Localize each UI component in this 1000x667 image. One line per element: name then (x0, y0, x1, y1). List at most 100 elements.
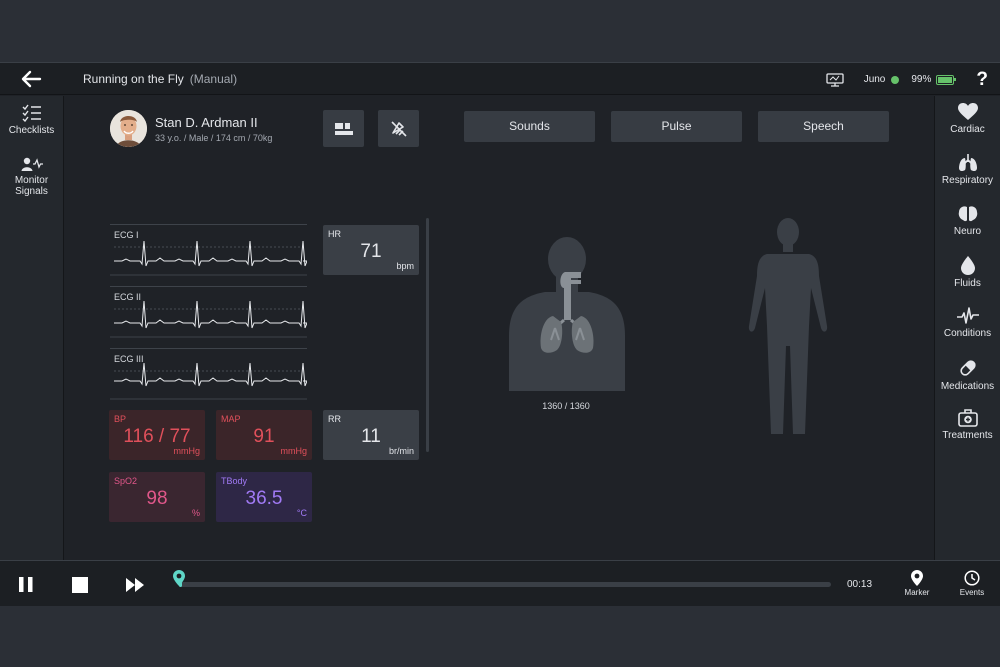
medkit-icon (957, 409, 978, 427)
tbody-tile[interactable]: TBody 36.5 °C (216, 472, 312, 522)
avatar (110, 110, 147, 147)
main-panel: Stan D. Ardman II 33 y.o. / Male / 174 c… (65, 96, 933, 560)
pause-icon[interactable] (18, 576, 34, 593)
battery-fill (938, 76, 952, 83)
sidebar-item-label: Neuro (953, 226, 982, 237)
map-tile[interactable]: MAP 91 mmHg (216, 410, 312, 460)
sidebar-item-label: Fluids (954, 278, 981, 289)
scenario-mode: (Manual) (189, 72, 238, 86)
monitor-signals-icon (21, 157, 43, 171)
sidebar-item-label: Medications (940, 381, 995, 392)
rr-label: RR (328, 414, 341, 424)
map-value: 91 (253, 426, 275, 447)
layout-icon (334, 122, 353, 135)
vitals-scrollbar[interactable] (426, 218, 429, 452)
sidebar-item-medications[interactable]: Medications (935, 351, 1000, 402)
help-button[interactable]: ? (976, 69, 988, 91)
ecg-strip-3: ECG III (110, 348, 307, 400)
rr-unit: br/min (388, 446, 414, 456)
sidebar-item-cardiac[interactable]: Cardiac (935, 96, 1000, 147)
battery-icon (936, 74, 957, 85)
sidebar-item-label: Cardiac (950, 124, 985, 135)
map-label: MAP (221, 414, 241, 424)
sidebar-item-label: Treatments (942, 430, 993, 441)
ecg-waveform (110, 240, 307, 276)
checklist-icon (22, 104, 41, 122)
patient-photo (110, 110, 147, 147)
back-arrow-icon[interactable] (20, 69, 42, 89)
right-sidebar: Cardiac Respiratory Neuro Fluids Conditi… (934, 96, 1000, 560)
connection-status-icon (891, 75, 900, 84)
muted-alarm-icon (390, 120, 407, 137)
rr-tile[interactable]: RR 11 br/min (323, 410, 419, 460)
clock-icon (964, 570, 980, 586)
tab-sounds[interactable]: Sounds (464, 111, 595, 142)
map-unit: mmHg (280, 446, 308, 456)
patient-details: Stan D. Ardman II 33 y.o. / Male / 174 c… (155, 115, 272, 143)
ecg-strip-2: ECG II (110, 286, 307, 338)
map-pin-icon (911, 570, 923, 586)
tbody-unit: °C (296, 508, 307, 518)
spo2-value: 98 (146, 488, 168, 509)
sidebar-item-neuro[interactable]: Neuro (935, 198, 1000, 249)
sidebar-item-label: Respiratory (941, 175, 994, 186)
status-area: Juno 99% ? (826, 63, 1000, 96)
marker-button[interactable]: Marker (897, 570, 937, 597)
drop-icon (960, 256, 975, 275)
elapsed-time: 00:13 (847, 579, 873, 590)
sidebar-item-monitor-signals[interactable]: Monitor Signals (0, 148, 63, 200)
monitor-icon[interactable] (826, 72, 844, 87)
ecg-label: ECG I (114, 230, 139, 240)
patient-info: 33 y.o. / Male / 174 cm / 70kg (155, 132, 273, 143)
patient-name: Stan D. Ardman II (155, 114, 258, 130)
scenario-name: Running on the Fly (83, 72, 184, 86)
timeline-marker-icon[interactable] (173, 570, 185, 586)
spo2-label: SpO2 (114, 476, 138, 486)
sidebar-item-respiratory[interactable]: Respiratory (935, 147, 1000, 198)
hr-value: 71 (360, 241, 382, 262)
ecg-strip-1: ECG I (110, 224, 307, 276)
tbody-label: TBody (221, 476, 248, 486)
events-button[interactable]: Events (952, 570, 992, 597)
sidebar-item-treatments[interactable]: Treatments (935, 402, 1000, 453)
sidebar-item-fluids[interactable]: Fluids (935, 249, 1000, 300)
pill-icon (959, 360, 976, 376)
stop-icon[interactable] (72, 577, 88, 593)
ecg-label: ECG II (114, 292, 142, 302)
brain-icon (958, 206, 977, 222)
app-window: Running on the Fly (Manual) Juno 99% ? Ch… (0, 62, 1000, 606)
tab-speech[interactable]: Speech (758, 111, 889, 142)
playback-bar: 00:13 Marker Events (0, 560, 1000, 606)
fast-forward-icon[interactable] (125, 577, 145, 593)
alarm-mute-button[interactable] (378, 110, 419, 147)
layout-toggle-button[interactable] (323, 110, 364, 147)
connected-device-name: Juno (863, 74, 886, 85)
bp-label: BP (114, 414, 127, 424)
tbody-value: 36.5 (245, 488, 283, 509)
sidebar-item-conditions[interactable]: Conditions (935, 300, 1000, 351)
lung-volume-readout: 1360 / 1360 (542, 401, 590, 411)
timeline-track[interactable] (179, 582, 831, 587)
lungs-icon (958, 154, 977, 172)
body-silhouette-illustration[interactable] (745, 216, 831, 434)
heart-icon (957, 103, 978, 120)
bp-tile[interactable]: BP 116 / 77 mmHg (109, 410, 205, 460)
hr-label: HR (328, 229, 341, 239)
bp-value: 116 / 77 (123, 426, 191, 447)
sidebar-item-label: Checklists (8, 125, 55, 136)
sidebar-item-label: Monitor Signals (14, 175, 49, 197)
left-sidebar: Checklists Monitor Signals (0, 96, 64, 560)
marker-label: Marker (904, 588, 930, 597)
tab-pulse[interactable]: Pulse (611, 111, 742, 142)
ecg-label: ECG III (114, 354, 144, 364)
patient-header: Stan D. Ardman II 33 y.o. / Male / 174 c… (110, 110, 272, 147)
sidebar-item-checklists[interactable]: Checklists (0, 96, 63, 148)
hr-unit: bpm (396, 261, 414, 271)
bp-unit: mmHg (173, 446, 201, 456)
respiratory-torso-illustration[interactable] (505, 236, 629, 391)
hr-tile[interactable]: HR 71 bpm (323, 225, 419, 275)
sidebar-item-label: Conditions (943, 328, 992, 339)
events-label: Events (959, 588, 985, 597)
spo2-tile[interactable]: SpO2 98 % (109, 472, 205, 522)
top-bar: Running on the Fly (Manual) Juno 99% ? (0, 62, 1000, 95)
